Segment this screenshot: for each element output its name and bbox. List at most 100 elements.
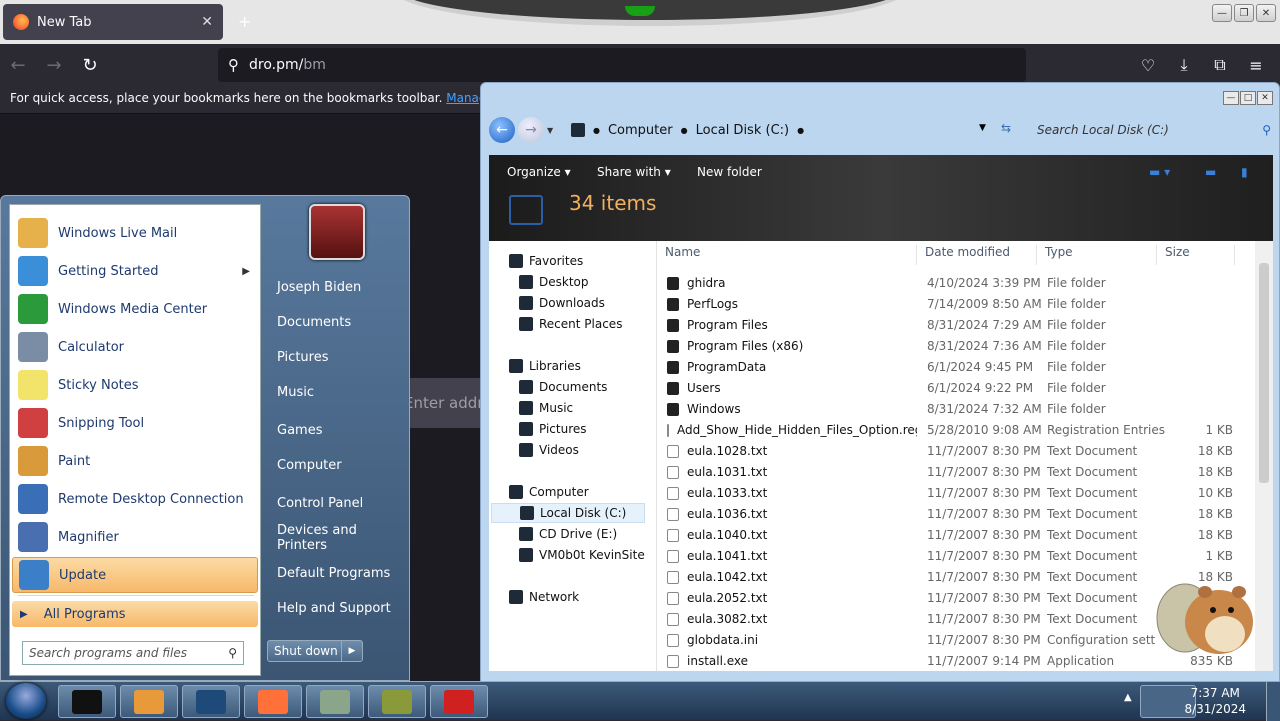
newtab-search-box[interactable]: Enter address (400, 378, 490, 428)
organize-button[interactable]: Organize ▾ (507, 165, 571, 179)
taskbar-app-button[interactable] (58, 685, 116, 718)
start-program-item[interactable]: Sticky Notes (12, 367, 258, 403)
nav-item[interactable]: Desktop (519, 272, 589, 292)
start-button[interactable] (6, 683, 46, 719)
file-row[interactable]: Windows 8/31/2024 7:32 AM File folder (659, 399, 1255, 420)
start-place-item[interactable]: Music (267, 377, 403, 407)
start-place-item[interactable]: Default Programs (267, 558, 403, 588)
start-place-item[interactable]: Computer (267, 450, 403, 480)
file-row[interactable]: Program Files (x86) 8/31/2024 7:36 AM File… (659, 336, 1255, 357)
column-type[interactable]: Type (1039, 245, 1157, 265)
shutdown-options-icon[interactable]: ▶ (342, 641, 362, 661)
start-program-item[interactable]: Update (12, 557, 258, 593)
start-program-item[interactable]: Calculator (12, 329, 258, 365)
file-row[interactable]: Users 6/1/2024 9:22 PM File folder (659, 378, 1255, 399)
taskbar-app-button[interactable] (430, 685, 488, 718)
file-row[interactable]: eula.1041.txt 11/7/2007 8:30 PM Text Docum… (659, 546, 1255, 567)
nav-item[interactable]: Videos (519, 440, 579, 460)
close-tab-icon[interactable]: ✕ (201, 14, 213, 30)
start-program-item[interactable]: Magnifier (12, 519, 258, 555)
start-program-item[interactable]: Windows Live Mail (12, 215, 258, 251)
show-desktop-button[interactable] (1266, 682, 1280, 721)
share-with-button[interactable]: Share with ▾ (597, 165, 671, 179)
forward-icon[interactable]: → (36, 47, 72, 83)
nav-item[interactable]: Network (509, 587, 579, 607)
user-picture[interactable] (309, 204, 365, 260)
nav-item[interactable]: Libraries (509, 356, 581, 376)
view-options-icon[interactable]: ▬ ▾ (1149, 165, 1170, 179)
column-name[interactable]: Name (659, 245, 917, 265)
file-row[interactable]: eula.1028.txt 11/7/2007 8:30 PM Text Docum… (659, 441, 1255, 462)
file-row[interactable]: eula.1031.txt 11/7/2007 8:30 PM Text Docum… (659, 462, 1255, 483)
new-tab-button[interactable]: + (238, 12, 251, 31)
preview-pane-icon[interactable]: ▬ (1205, 165, 1216, 179)
column-size[interactable]: Size (1159, 245, 1235, 265)
start-program-item[interactable]: Windows Media Center (12, 291, 258, 327)
explorer-close-icon[interactable]: ✕ (1257, 91, 1273, 105)
nav-item[interactable]: CD Drive (E:) (519, 524, 617, 544)
file-row[interactable]: PerfLogs 7/14/2009 8:50 AM File folder (659, 294, 1255, 315)
start-search-icon[interactable]: ⚲ (228, 646, 237, 660)
reload-icon[interactable]: ↻ (72, 47, 108, 83)
taskbar-app-button[interactable] (120, 685, 178, 718)
nav-item[interactable]: Downloads (519, 293, 605, 313)
minimize-icon[interactable]: — (1212, 4, 1232, 22)
file-row[interactable]: eula.1033.txt 11/7/2007 8:30 PM Text Docum… (659, 483, 1255, 504)
start-program-item[interactable]: Snipping Tool (12, 405, 258, 441)
file-row[interactable]: Program Files 8/31/2024 7:29 AM File folde… (659, 315, 1255, 336)
url-bar[interactable]: ⚲ dro.pm/bm (218, 48, 1026, 82)
clock[interactable]: 7:37 AM 8/31/2024 (1184, 685, 1246, 717)
explorer-maximize-icon[interactable]: □ (1240, 91, 1256, 105)
all-programs-button[interactable]: ▶ All Programs (12, 601, 258, 627)
new-folder-button[interactable]: New folder (697, 165, 762, 179)
nav-item[interactable]: Local Disk (C:) (491, 503, 645, 523)
restore-icon[interactable]: ❐ (1234, 4, 1254, 22)
shutdown-button[interactable]: Shut down ▶ (267, 640, 363, 662)
download-icon[interactable]: ⤓ (1166, 48, 1202, 82)
start-program-item[interactable]: Paint (12, 443, 258, 479)
crumb-local-disk[interactable]: Local Disk (C:) (696, 123, 789, 138)
explorer-minimize-icon[interactable]: — (1223, 91, 1239, 105)
explorer-search-icon[interactable]: ⚲ (1262, 123, 1271, 137)
start-search-input[interactable]: Search programs and files ⚲ (22, 641, 244, 665)
column-date[interactable]: Date modified (919, 245, 1037, 265)
file-row[interactable]: Add_Show_Hide_Hidden_Files_Option.reg 5/2… (659, 420, 1255, 441)
start-place-item[interactable]: Joseph Biden (267, 272, 403, 302)
nav-item[interactable]: Favorites (509, 251, 583, 271)
taskbar-app-button[interactable] (306, 685, 364, 718)
start-place-item[interactable]: Documents (267, 307, 403, 337)
taskbar-app-button[interactable] (368, 685, 426, 718)
taskbar-app-button[interactable] (244, 685, 302, 718)
explorer-search-input[interactable]: Search Local Disk (C:) ⚲ (1029, 117, 1273, 143)
start-program-item[interactable]: Getting Started ▶ (12, 253, 258, 289)
start-place-item[interactable]: Help and Support (267, 593, 403, 623)
back-icon[interactable]: ← (0, 47, 36, 83)
menu-icon[interactable]: ≡ (1238, 48, 1274, 82)
start-place-item[interactable]: Devices and Printers (267, 523, 403, 553)
nav-item[interactable]: Documents (519, 377, 607, 397)
help-icon[interactable]: ▮ (1241, 165, 1248, 179)
extensions-icon[interactable]: ⧉ (1202, 48, 1238, 82)
file-row[interactable]: eula.1040.txt 11/7/2007 8:30 PM Text Docum… (659, 525, 1255, 546)
nav-item[interactable]: Computer (509, 482, 589, 502)
pocket-icon[interactable]: ♡ (1130, 48, 1166, 82)
nav-item[interactable]: Music (519, 398, 573, 418)
file-row[interactable]: eula.1036.txt 11/7/2007 8:30 PM Text Docum… (659, 504, 1255, 525)
explorer-forward-icon[interactable]: → (518, 117, 544, 143)
start-place-item[interactable]: Control Panel (267, 488, 403, 518)
file-row[interactable]: ghidra 4/10/2024 3:39 PM File folder (659, 273, 1255, 294)
nav-item[interactable]: Recent Places (519, 314, 622, 334)
start-place-item[interactable]: Games (267, 415, 403, 445)
address-dropdown-icon[interactable]: ▼ (979, 123, 986, 133)
nav-item[interactable]: Pictures (519, 419, 587, 439)
start-place-item[interactable]: Pictures (267, 342, 403, 372)
crumb-computer[interactable]: Computer (608, 123, 673, 138)
file-row[interactable]: ProgramData 6/1/2024 9:45 PM File folder (659, 357, 1255, 378)
tray-expand-icon[interactable]: ▲ (1124, 692, 1132, 703)
start-program-item[interactable]: Remote Desktop Connection (12, 481, 258, 517)
taskbar-app-button[interactable] (182, 685, 240, 718)
tab-new-tab[interactable]: New Tab ✕ (3, 4, 223, 40)
nav-item[interactable]: VM0b0t KevinSite (519, 545, 645, 565)
breadcrumb[interactable]: ● Computer ● Local Disk (C:) ● (565, 113, 1005, 147)
recent-pages-icon[interactable]: ▼ (547, 126, 553, 135)
